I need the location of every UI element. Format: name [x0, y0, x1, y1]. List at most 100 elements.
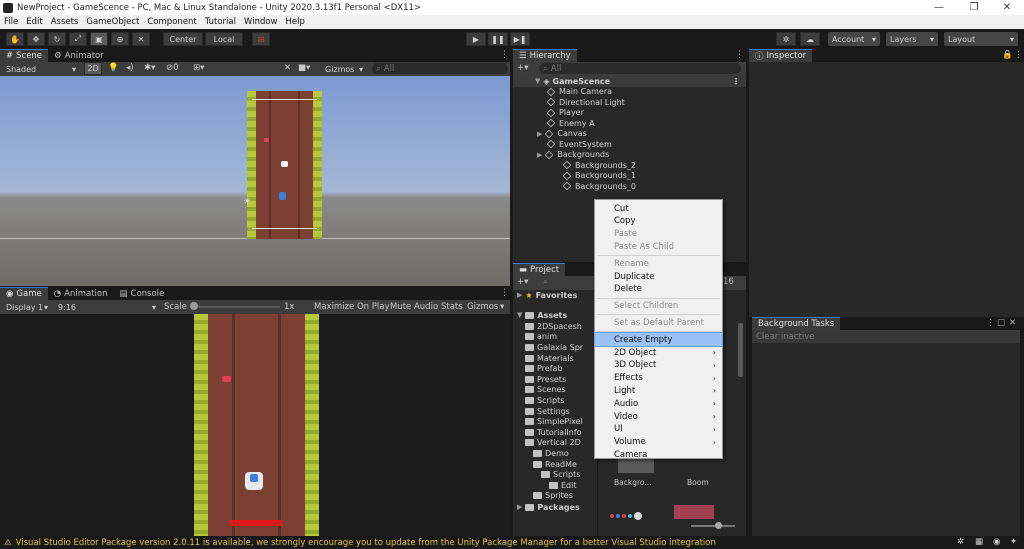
thumbnail-size-handle[interactable]: [715, 522, 722, 529]
context-menu-item[interactable]: Video ›: [595, 410, 722, 423]
thumbnail-size-slider[interactable]: [691, 525, 735, 527]
project-folder[interactable]: Scenes: [513, 385, 597, 396]
maximize-button[interactable]: ❐: [957, 0, 991, 15]
project-scrollbar[interactable]: [738, 323, 743, 377]
audio-icon[interactable]: ◂): [126, 63, 134, 73]
add-asset-icon[interactable]: +▾: [517, 277, 528, 287]
menu-tutorial[interactable]: Tutorial: [201, 17, 240, 27]
project-folder[interactable]: Settings: [513, 406, 597, 417]
hierarchy-item[interactable]: ▶ Backgrounds: [513, 150, 609, 161]
game-gizmos-dropdown[interactable]: Gizmos: [467, 302, 498, 312]
hierarchy-item[interactable]: EventSystem: [513, 139, 612, 150]
lighting-icon[interactable]: 💡: [108, 63, 119, 73]
account-dropdown[interactable]: Account ▾: [828, 32, 880, 46]
lock-icon[interactable]: 🔒: [1002, 50, 1013, 60]
hierarchy-scene-row[interactable]: ▼ ◈ GameScence ⋮: [513, 76, 746, 87]
gizmos-dropdown[interactable]: Gizmos ▾: [321, 62, 367, 76]
thumbnail-boom[interactable]: [674, 505, 714, 519]
scene-viewport[interactable]: ☀: [0, 76, 510, 286]
settings-icon[interactable]: ✦: [1010, 537, 1017, 547]
context-menu-item[interactable]: Copy: [595, 215, 722, 228]
packages-row[interactable]: ▶ Packages: [513, 502, 593, 513]
hand-tool-icon[interactable]: ✋: [6, 32, 24, 46]
tab-background-tasks[interactable]: Background Tasks: [752, 317, 841, 330]
context-menu-item[interactable]: Delete: [595, 283, 722, 296]
hierarchy-item[interactable]: Backgrounds_2: [513, 160, 636, 171]
game-panel-menu-icon[interactable]: ⋮: [500, 288, 509, 298]
effects-icon[interactable]: ✱▾: [144, 63, 155, 73]
project-folder[interactable]: TutorialInfo: [513, 427, 597, 438]
transform-tool-icon[interactable]: ⊕: [111, 32, 129, 46]
grid-icon[interactable]: ⊞▾: [193, 63, 204, 73]
rotate-tool-icon[interactable]: ↻: [48, 32, 66, 46]
context-menu-item[interactable]: Audio ›: [595, 397, 722, 410]
mode-2d-button[interactable]: 2D: [84, 62, 102, 75]
menu-assets[interactable]: Assets: [47, 17, 83, 27]
context-menu-item[interactable]: Light ›: [595, 384, 722, 397]
menu-component[interactable]: Component: [143, 17, 200, 27]
context-menu-item[interactable]: UI ›: [595, 423, 722, 436]
hierarchy-item[interactable]: Player: [513, 108, 584, 119]
project-folder[interactable]: Demo: [513, 448, 597, 459]
camera-icon[interactable]: ■▾: [298, 63, 310, 73]
menu-help[interactable]: Help: [282, 17, 309, 27]
maximize-icon[interactable]: □: [997, 318, 1005, 328]
hierarchy-item[interactable]: Backgrounds_1: [513, 171, 636, 182]
project-folder[interactable]: Sprites: [513, 491, 597, 502]
scene-panel-menu-icon[interactable]: ⋮: [500, 50, 509, 60]
assets-row[interactable]: ▼ Assets: [513, 310, 593, 321]
tab-scene[interactable]: # Scene: [0, 49, 49, 62]
project-folder[interactable]: ReadMe: [513, 459, 597, 470]
tab-hierarchy[interactable]: ☰ Hierarchy: [513, 49, 577, 62]
hierarchy-item[interactable]: Backgrounds_0: [513, 181, 636, 192]
network-icon[interactable]: ✲: [957, 537, 964, 547]
hierarchy-search-input[interactable]: ⌕ All: [539, 63, 741, 74]
progress-icon[interactable]: ◉: [993, 537, 1000, 547]
display-dropdown[interactable]: Display 1 ▾: [2, 300, 52, 314]
project-folder[interactable]: Presets: [513, 374, 597, 385]
close-icon[interactable]: ✕: [1009, 318, 1016, 328]
hierarchy-item[interactable]: Main Camera: [513, 87, 612, 98]
project-folder[interactable]: Galaxia Spr: [513, 342, 597, 353]
pause-button-icon[interactable]: ❚❚: [488, 32, 508, 46]
grid-snap-icon[interactable]: ⊞: [252, 32, 270, 46]
scene-menu-icon[interactable]: ⋮: [732, 77, 740, 86]
scene-background-sprite[interactable]: [247, 91, 322, 239]
project-folder[interactable]: Scripts: [513, 395, 597, 406]
layers-dropdown[interactable]: Layers ▾: [886, 32, 938, 46]
grid-status-icon[interactable]: ▦: [975, 537, 983, 547]
tab-animation[interactable]: ◔ Animation: [48, 287, 114, 300]
cloud-sprite[interactable]: [281, 161, 288, 167]
project-folder[interactable]: anim: [513, 332, 597, 343]
hierarchy-item[interactable]: ▶ Canvas: [513, 129, 587, 140]
minimize-button[interactable]: —: [922, 0, 956, 15]
maximize-on-play-toggle[interactable]: Maximize On Play: [314, 302, 389, 312]
rect-tool-icon[interactable]: ▣: [90, 32, 108, 46]
tab-animator[interactable]: ⚙ Animator: [48, 49, 110, 62]
expand-arrow-icon[interactable]: ▶: [537, 151, 542, 159]
cloud-icon[interactable]: ☁: [800, 32, 820, 46]
project-folder[interactable]: Materials: [513, 353, 597, 364]
hierarchy-item[interactable]: Enemy A: [513, 118, 595, 129]
player-sprite[interactable]: [279, 192, 286, 200]
context-menu-item[interactable]: Create Empty: [594, 332, 723, 348]
tab-project[interactable]: ▬ Project: [513, 263, 566, 276]
thumbnail-sprites-row[interactable]: [610, 511, 654, 521]
context-menu-item[interactable]: Camera: [595, 448, 722, 461]
scale-slider-handle[interactable]: [190, 302, 198, 310]
tab-inspector[interactable]: ⓘ Inspector: [749, 49, 813, 62]
context-menu-item[interactable]: Effects ›: [595, 372, 722, 385]
hierarchy-item[interactable]: Directional Light: [513, 97, 625, 108]
inspector-menu-icon[interactable]: ⋮: [1014, 50, 1023, 60]
project-folder[interactable]: Vertical 2D: [513, 438, 597, 449]
context-menu-item[interactable]: Cut: [595, 202, 722, 215]
collab-icon[interactable]: ✲: [776, 32, 796, 46]
enemy-sprite[interactable]: [264, 138, 269, 142]
project-folder[interactable]: Edit: [513, 480, 597, 491]
move-tool-icon[interactable]: ✥: [27, 32, 45, 46]
context-menu-item[interactable]: Volume ›: [595, 436, 722, 449]
layout-dropdown[interactable]: Layout ▾: [944, 32, 1018, 46]
status-message[interactable]: Visual Studio Editor Package version 2.0…: [16, 538, 716, 548]
scale-tool-icon[interactable]: ⤢: [69, 32, 87, 46]
game-viewport[interactable]: [0, 314, 510, 536]
